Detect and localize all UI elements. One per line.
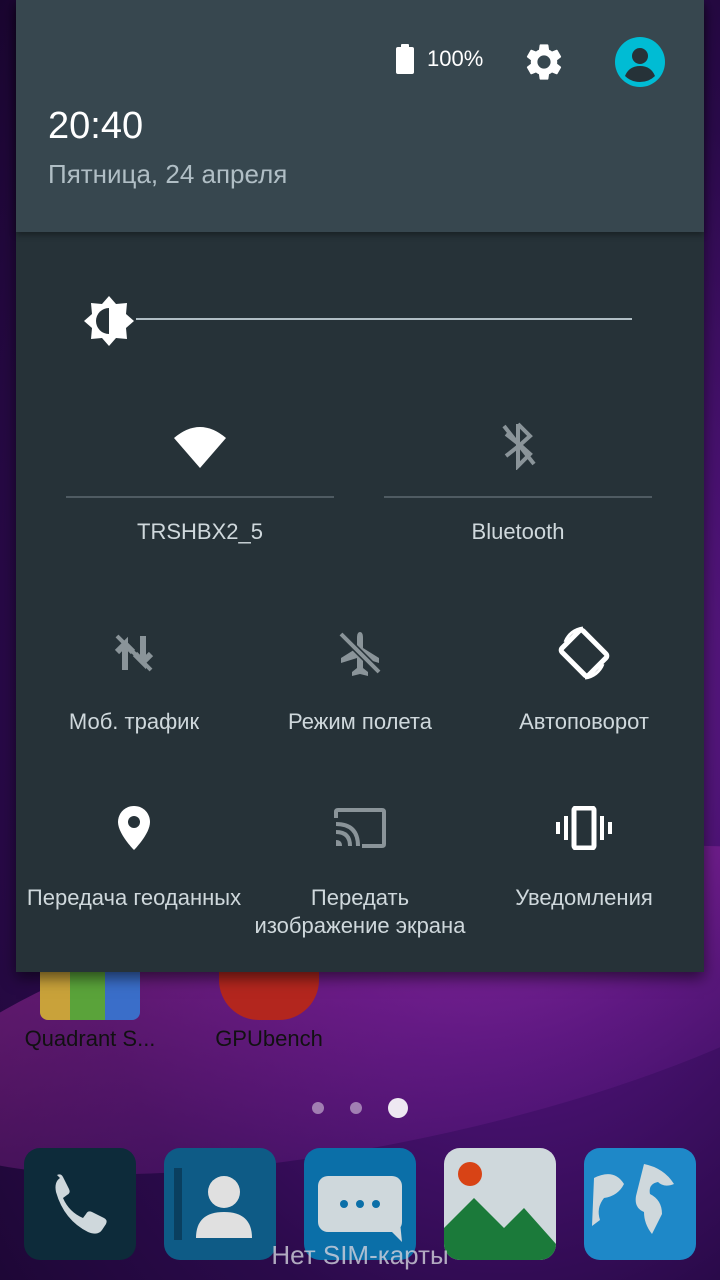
app-label: Quadrant S... <box>24 1026 156 1051</box>
user-profile-icon[interactable] <box>614 36 666 88</box>
clock: 20:40 <box>48 105 144 147</box>
battery-percentage: 100% <box>427 46 484 71</box>
tile-bluetooth[interactable]: Bluetooth <box>384 410 652 550</box>
tile-autorotate[interactable]: Автоповорот <box>466 620 702 740</box>
wifi-label: TRSHBX2_5 <box>137 519 263 544</box>
brightness-slider[interactable] <box>136 318 632 320</box>
app-label: GPUbench <box>215 1026 323 1051</box>
gear-icon[interactable] <box>522 40 566 84</box>
battery-icon <box>396 44 414 74</box>
tile-notifications[interactable]: Уведомления <box>466 800 702 950</box>
tile-mobile-data[interactable]: Моб. трафик <box>16 620 252 740</box>
tile-location[interactable]: Передача геоданных <box>16 800 252 950</box>
cast-icon <box>334 808 386 848</box>
cast-label-line2: изображение экрана <box>254 913 466 938</box>
notifications-label: Уведомления <box>515 885 653 910</box>
shade-header: 100% 20:40 Пятница, 24 апреля <box>16 0 704 232</box>
home-app-row: Quadrant S... GPUbench <box>0 960 720 1060</box>
mobile-data-label: Моб. трафик <box>68 709 200 734</box>
page-dot-active <box>388 1098 409 1118</box>
location-pin-icon <box>118 806 150 850</box>
bluetooth-off-icon <box>502 422 536 470</box>
app-gpubench[interactable]: GPUbench <box>194 960 344 1052</box>
bluetooth-label: Bluetooth <box>471 519 565 544</box>
brightness-icon[interactable] <box>82 294 136 348</box>
airplane-off-icon <box>338 631 382 676</box>
page-indicator <box>0 1098 720 1118</box>
rotate-icon <box>558 626 610 680</box>
wifi-icon <box>174 427 226 468</box>
no-sim-label: Нет SIM-карты <box>271 1240 449 1270</box>
mobile-data-off-icon <box>114 634 154 672</box>
app-quadrant[interactable]: Quadrant S... <box>15 960 165 1052</box>
page-dot <box>311 1102 324 1114</box>
date: Пятница, 24 апреля <box>48 159 288 189</box>
airplane-label: Режим полета <box>287 709 432 734</box>
divider <box>66 496 334 498</box>
tile-airplane-mode[interactable]: Режим полета <box>242 620 478 740</box>
page-dot <box>350 1102 362 1114</box>
vibrate-icon <box>556 806 612 850</box>
cast-label-line1: Передать <box>310 885 410 910</box>
divider <box>384 496 652 498</box>
tile-wifi[interactable]: TRSHBX2_5 <box>66 410 334 550</box>
tile-cast-screen[interactable]: Передать изображение экрана <box>242 800 478 950</box>
location-label: Передача геоданных <box>26 885 242 910</box>
quick-settings-panel: 100% 20:40 Пятница, 24 апреля TRSHBX2_5 <box>16 0 704 972</box>
autorotate-label: Автоповорот <box>519 709 649 734</box>
